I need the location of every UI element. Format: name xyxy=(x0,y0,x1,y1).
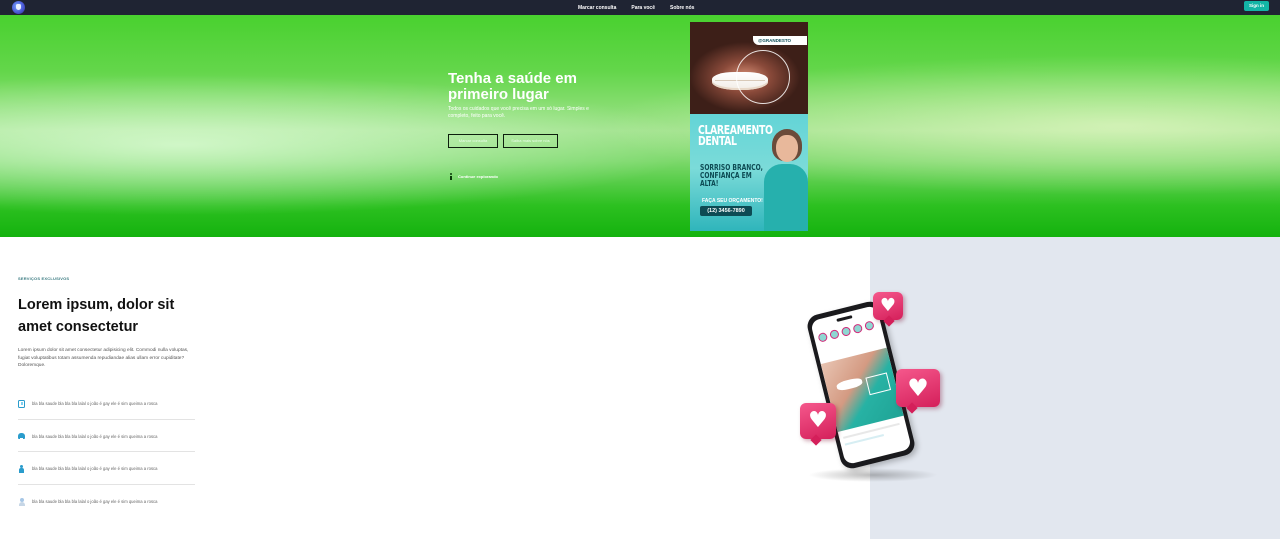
logo-icon[interactable] xyxy=(12,1,25,14)
marcar-consulta-button[interactable]: Marcar consulta xyxy=(448,134,498,148)
section-eyebrow: SERVIÇOS EXCLUSIVOS xyxy=(18,276,70,281)
nav-link-sobre-nos[interactable]: Sobre nós xyxy=(670,5,694,11)
story-avatar xyxy=(863,320,875,332)
hero-title: Tenha a saúde em primeiro lugar xyxy=(448,70,577,103)
hero-section: Tenha a saúde em primeiro lugar Todos os… xyxy=(0,15,1280,237)
phone-icon xyxy=(18,399,25,408)
dentist-body xyxy=(764,164,808,231)
heart-like-icon: ♥ xyxy=(896,369,940,407)
scroll-hint-label: Continue explorando xyxy=(458,174,498,179)
section-paragraph: Lorem ipsum dolor sit amet consectetur a… xyxy=(18,348,189,368)
feature-list: bla bla saude bla bla bla lalal o joão é… xyxy=(18,387,195,517)
poster-handle: @GRANDESTO xyxy=(753,36,807,45)
feature-text: bla bla saude bla bla bla lalal o joão é… xyxy=(32,401,158,407)
magnifier-ring xyxy=(736,50,790,104)
post-smile xyxy=(835,376,864,392)
doctor-icon xyxy=(18,497,25,506)
heart-like-icon: ♥ xyxy=(873,292,903,320)
user-icon xyxy=(18,464,25,473)
tooth-icon xyxy=(18,433,25,442)
phone-notch xyxy=(836,315,853,322)
story-avatar xyxy=(852,323,864,335)
poster-cta: FAÇA SEU ORÇAMENTO! xyxy=(702,198,763,204)
story-avatar xyxy=(840,326,852,337)
feature-text: bla bla saude bla bla bla lalal o joão é… xyxy=(32,499,158,505)
feature-text: bla bla saude bla bla bla lalal o joão é… xyxy=(32,433,158,439)
nav-link-para-voce[interactable]: Para você xyxy=(631,5,655,11)
promo-poster: @GRANDESTO CLAREAMENTO DENTAL SORRISO BR… xyxy=(690,22,808,231)
story-row xyxy=(817,320,875,343)
sign-in-button[interactable]: Sign in xyxy=(1244,1,1269,11)
heart-like-icon: ♥ xyxy=(800,403,836,439)
nav-links: Marcar consulta Para você Sobre nós xyxy=(578,0,694,15)
post-badge xyxy=(865,372,892,396)
saiba-mais-button[interactable]: Saiba mais sobre nós xyxy=(503,134,558,148)
feature-item: bla bla saude bla bla bla lalal o joão é… xyxy=(18,420,195,452)
scroll-hint[interactable]: Continue explorando xyxy=(448,173,498,180)
nav-link-marcar-consulta[interactable]: Marcar consulta xyxy=(578,5,616,11)
feature-text: bla bla saude bla bla bla lalal o joão é… xyxy=(32,466,158,472)
story-avatar xyxy=(817,331,829,343)
poster-slogan: SORRISO BRANCO, CONFIANÇA EM ALTA! xyxy=(700,163,763,188)
poster-title: CLAREAMENTO DENTAL xyxy=(698,123,773,148)
poster-phone: (12) 3456-7890 xyxy=(700,206,752,216)
top-nav: Marcar consulta Para você Sobre nós Sign… xyxy=(0,0,1280,15)
phone-shadow xyxy=(808,468,938,482)
feature-item: bla bla saude bla bla bla lalal o joão é… xyxy=(18,452,195,485)
info-icon xyxy=(448,173,454,180)
story-avatar xyxy=(829,328,840,340)
feature-item: bla bla saude bla bla bla lalal o joão é… xyxy=(18,485,195,518)
section-title: Lorem ipsum, dolor sit amet consectetur xyxy=(18,297,175,335)
dentist-face xyxy=(776,135,798,162)
feature-item: bla bla saude bla bla bla lalal o joão é… xyxy=(18,387,195,420)
hero-subtitle: Todos os cuidados que você precisa em um… xyxy=(448,106,589,119)
